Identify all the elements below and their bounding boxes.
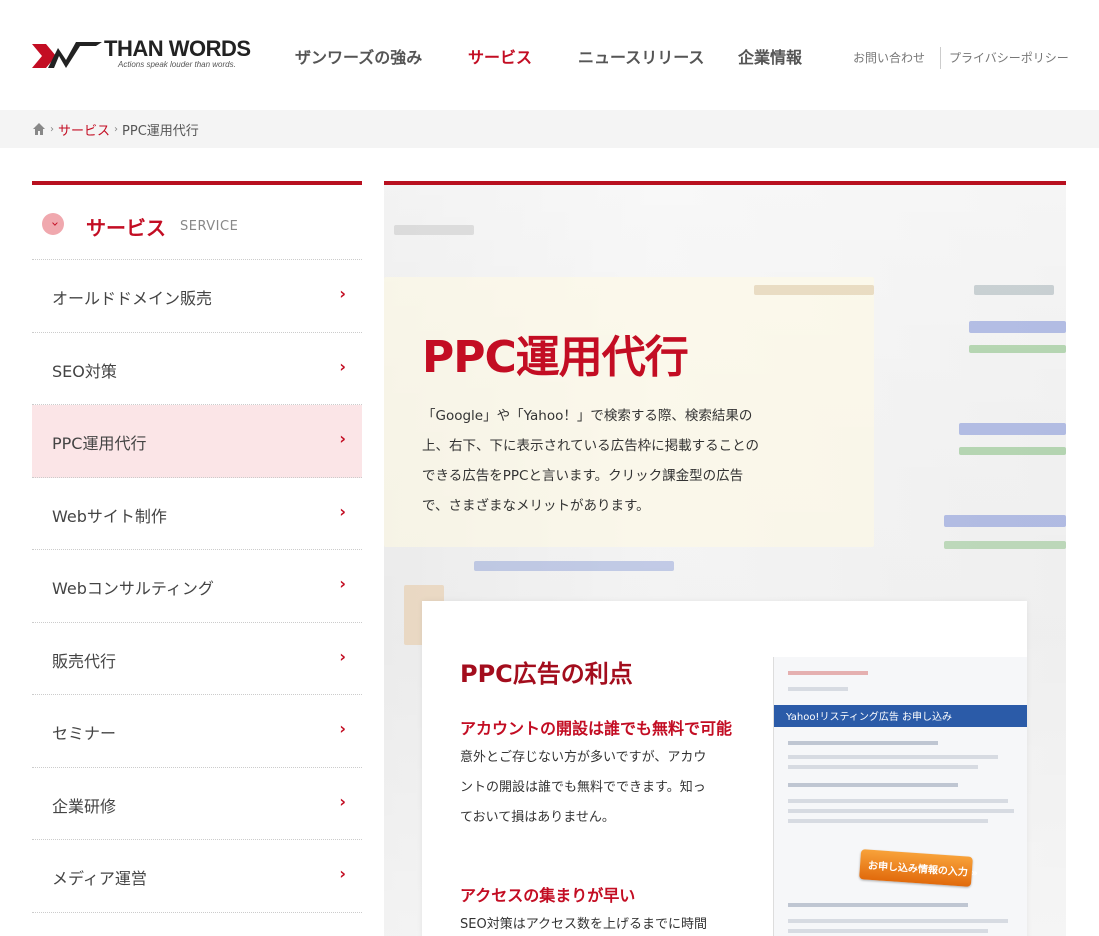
screenshot-header-bar: Yahoo!リスティング広告 お申し込み: [774, 705, 1027, 727]
nav-news[interactable]: ニュースリリース: [578, 44, 704, 68]
screenshot-bar-text: Yahoo!リスティング広告 お申し込み: [786, 712, 953, 723]
benefits-card: PPC広告の利点 アカウントの開設は誰でも無料で可能 意外とご存じない方が多いで…: [422, 601, 1027, 936]
sidebar-item-old-domain[interactable]: オールドドメイン販売 ›: [32, 260, 362, 333]
sidebar-header: サービス SERVICE: [32, 185, 362, 260]
sidebar-item-training[interactable]: 企業研修 ›: [32, 768, 362, 840]
chevron-right-icon: ›: [339, 791, 346, 811]
privacy-policy-link[interactable]: プライバシーポリシー: [949, 49, 1069, 66]
logo-text: THAN WORDS: [104, 36, 251, 61]
sidebar-item-web-production[interactable]: Webサイト制作 ›: [32, 478, 362, 550]
sidebar-item-label: 企業研修: [52, 796, 117, 816]
benefit-text: SEO対策はアクセス数を上げるまでに時間: [460, 910, 730, 936]
chevron-right-icon: ›: [339, 501, 346, 521]
benefit-text-line: 意外とご存じない方が多いですが、アカウ: [460, 750, 707, 765]
lead-line: 上、右下、下に表示されている広告枠に掲載することの: [422, 438, 759, 454]
lead-line: 「Google」や「Yahoo！」で検索する際、検索結果の: [422, 408, 753, 424]
lead-line: で、さまざまなメリットがあります。: [422, 498, 650, 514]
sidebar-title: サービス: [86, 216, 166, 240]
benefit-text-line: ておいて損はありません。: [460, 810, 615, 825]
chevron-right-icon: ›: [339, 356, 346, 376]
sidebar-item-seo[interactable]: SEO対策 ›: [32, 333, 362, 405]
page-title: PPC運用代行: [422, 332, 689, 383]
sidebar-item-label: セミナー: [52, 724, 117, 743]
sidebar-item-label: 販売代行: [52, 651, 117, 671]
benefit-heading: アカウントの開設は誰でも無料で可能: [460, 719, 733, 738]
logo-mark-icon: [32, 42, 102, 68]
sidebar-item-label: PPC運用代行: [52, 434, 147, 453]
chevron-right-icon: ›: [339, 646, 346, 666]
nav-service[interactable]: サービス: [468, 44, 532, 68]
chevron-right-icon: ›: [339, 574, 346, 593]
home-icon[interactable]: [32, 122, 46, 136]
yahoo-listing-screenshot: Yahoo!リスティング広告 お申し込み お申し込み情報の入力 »: [773, 657, 1027, 936]
breadcrumb-separator: ›: [114, 123, 119, 135]
benefit-text-line: ントの開設は誰でも無料でできます。知っ: [460, 780, 706, 795]
breadcrumb-service[interactable]: サービス: [58, 120, 110, 139]
sidebar-item-ppc[interactable]: PPC運用代行 ›: [32, 405, 362, 478]
sidebar-item-web-consulting[interactable]: Webコンサルティング ›: [32, 550, 362, 623]
breadcrumb: › サービス › PPC運用代行: [0, 110, 1099, 148]
screenshot-button-text: お申し込み情報の入力 »: [867, 860, 979, 880]
breadcrumb-current: PPC運用代行: [122, 123, 199, 139]
breadcrumb-separator: ›: [50, 123, 54, 135]
sidebar-item-media[interactable]: メディア運営 ›: [32, 840, 362, 913]
chevron-right-icon: ›: [339, 429, 346, 448]
benefit-text-line: SEO対策はアクセス数を上げるまでに時間: [460, 917, 708, 932]
chevron-down-icon: [42, 213, 64, 235]
sidebar-item-label: メディア運営: [52, 869, 147, 888]
nav-company[interactable]: 企業情報: [738, 44, 802, 68]
main-content: PPC運用代行 「Google」や「Yahoo！」で検索する際、検索結果の 上、…: [384, 181, 1066, 936]
sidebar-item-seminar[interactable]: セミナー ›: [32, 695, 362, 768]
screenshot-apply-button: お申し込み情報の入力 »: [859, 849, 978, 887]
site-header: THAN WORDS Actions speak louder than wor…: [0, 0, 1099, 110]
site-logo[interactable]: THAN WORDS Actions speak louder than wor…: [32, 36, 252, 72]
sidebar-item-label: オールドドメイン販売: [52, 289, 213, 308]
chevron-right-icon: ›: [339, 864, 346, 883]
service-sidebar: サービス SERVICE オールドドメイン販売 › SEO対策 › PPC運用代…: [32, 181, 362, 936]
contact-link[interactable]: お問い合わせ: [853, 49, 925, 66]
benefits-title: PPC広告の利点: [460, 660, 633, 688]
sidebar-item-sales-agency[interactable]: 販売代行 ›: [32, 623, 362, 695]
nav-strengths[interactable]: ザンワーズの強み: [295, 44, 422, 68]
lead-line: できる広告をPPCと言います。クリック課金型の広告: [422, 468, 744, 484]
utility-divider: [940, 47, 941, 69]
benefit-heading: アクセスの集まりが早い: [460, 886, 636, 905]
logo-tagline: Actions speak louder than words.: [118, 60, 236, 69]
sidebar-item-label: SEO対策: [52, 361, 117, 381]
sidebar-subtitle: SERVICE: [180, 219, 239, 234]
page-lead: 「Google」や「Yahoo！」で検索する際、検索結果の 上、右下、下に表示さ…: [422, 401, 782, 521]
chevron-right-icon: ›: [339, 719, 346, 738]
benefit-text: 意外とご存じない方が多いですが、アカウ ントの開設は誰でも無料でできます。知っ …: [460, 743, 730, 833]
sidebar-item-label: Webコンサルティング: [52, 579, 214, 598]
sidebar-item-label: Webサイト制作: [52, 506, 167, 526]
chevron-right-icon: ›: [339, 284, 346, 303]
